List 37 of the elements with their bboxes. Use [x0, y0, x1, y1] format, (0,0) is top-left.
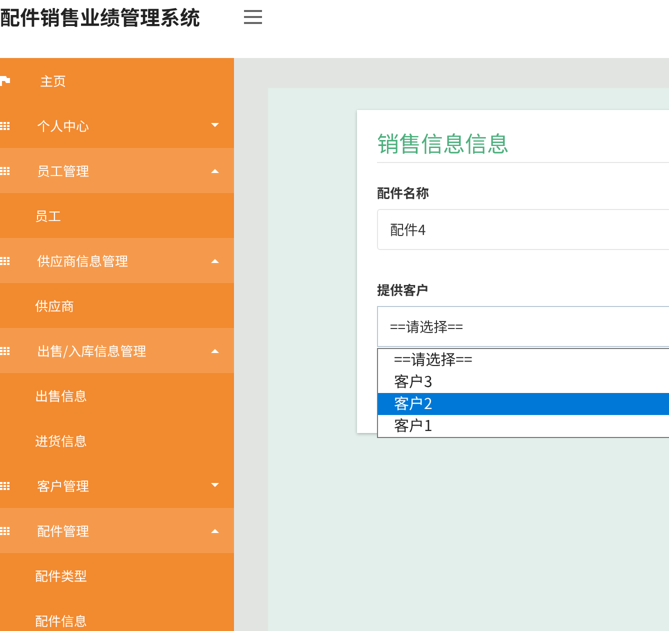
submenu-item[interactable]: 供应商	[0, 283, 234, 328]
submenu-item[interactable]: 配件信息	[0, 598, 234, 631]
caret-down-icon	[211, 123, 219, 128]
nav-item[interactable]: 配件管理	[0, 508, 234, 553]
nav-item[interactable]: 主页	[0, 58, 234, 103]
grid-icon	[0, 526, 10, 536]
grid-icon	[0, 120, 10, 130]
caret-up-icon	[211, 258, 219, 263]
grid-icon	[0, 480, 10, 490]
submenu-item[interactable]: 进货信息	[0, 418, 234, 463]
nav-item[interactable]: 客户管理	[0, 463, 234, 508]
input-field[interactable]: 配件4	[377, 209, 669, 250]
form-title: 销售信息信息	[377, 128, 669, 163]
grid-icon	[0, 166, 10, 176]
submenu-item[interactable]: 员工	[0, 193, 234, 238]
caret-down-icon	[211, 483, 219, 488]
field-label: 提供客户	[377, 280, 430, 301]
caret-up-icon	[211, 348, 219, 353]
submenu-item[interactable]: 配件类型	[0, 553, 234, 598]
grid-icon	[0, 256, 10, 266]
select-field[interactable]: ==请选择==	[377, 306, 669, 347]
menu-icon[interactable]	[244, 10, 262, 24]
dropdown-option[interactable]: 客户1	[378, 415, 669, 437]
grid-icon	[0, 346, 10, 356]
flag-icon	[0, 76, 10, 86]
dropdown-option[interactable]: ==请选择==	[378, 349, 669, 371]
nav-item[interactable]: 个人中心	[0, 103, 234, 148]
field-label: 配件名称	[377, 183, 430, 204]
dropdown-option[interactable]: 客户3	[378, 371, 669, 393]
app-title: 配件销售业绩管理系统	[0, 5, 200, 29]
nav-item[interactable]: 出售/入库信息管理	[0, 328, 234, 373]
nav-item[interactable]: 员工管理	[0, 148, 234, 193]
dropdown-option[interactable]: 客户2	[378, 393, 669, 415]
caret-up-icon	[211, 168, 219, 173]
submenu-item[interactable]: 出售信息	[0, 373, 234, 418]
nav-item[interactable]: 供应商信息管理	[0, 238, 234, 283]
caret-up-icon	[211, 528, 219, 533]
